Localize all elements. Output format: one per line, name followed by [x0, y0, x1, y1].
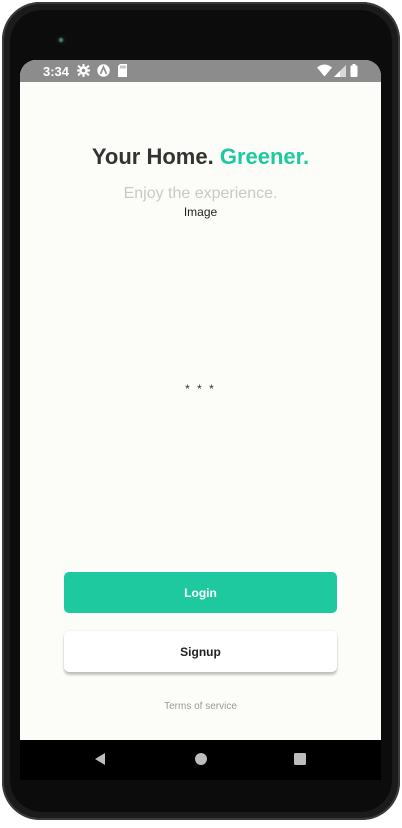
- home-icon[interactable]: [194, 752, 208, 766]
- page-title: Your Home. Greener.: [20, 144, 381, 170]
- battery-icon: [350, 64, 358, 77]
- app-content: Your Home. Greener. Enjoy the experience…: [20, 82, 381, 740]
- login-button-label: Login: [184, 585, 217, 600]
- title-main: Your Home.: [91, 144, 214, 169]
- hero-image-placeholder: Image: [183, 205, 218, 219]
- device-frame: 3:34 Your Home. Greener. Enjoy the exper…: [0, 0, 402, 828]
- status-bar: 3:34: [20, 60, 381, 82]
- loading-dots: * * *: [185, 382, 216, 396]
- login-button[interactable]: Login: [64, 572, 337, 613]
- signup-button-label: Signup: [180, 644, 221, 659]
- terms-of-service-link[interactable]: Terms of service: [20, 701, 381, 712]
- title-accent: Greener.: [219, 144, 310, 169]
- screen: 3:34 Your Home. Greener. Enjoy the exper…: [20, 60, 381, 740]
- front-camera-icon: [56, 35, 66, 45]
- app-logo-icon: [97, 64, 110, 77]
- signup-button[interactable]: Signup: [64, 631, 337, 672]
- back-icon[interactable]: [93, 752, 107, 766]
- sd-card-icon: [118, 64, 127, 77]
- recents-icon[interactable]: [293, 752, 307, 766]
- signal-icon: [334, 65, 346, 77]
- wifi-icon: [317, 64, 332, 77]
- status-time: 3:34: [43, 64, 70, 79]
- navigation-bar: [20, 740, 381, 780]
- page-subtitle: Enjoy the experience.: [123, 185, 278, 202]
- gear-icon: [77, 64, 90, 77]
